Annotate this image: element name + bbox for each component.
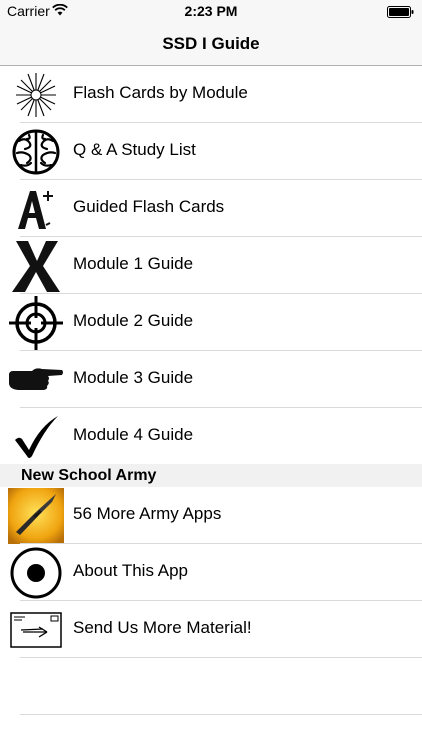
starburst-icon: [8, 68, 64, 121]
a-plus-icon: [8, 182, 64, 235]
x-mark-icon: [8, 239, 64, 292]
circle-dot-icon: [8, 546, 64, 599]
battery-icon: [387, 5, 414, 23]
menu-row-label: About This App: [73, 561, 188, 580]
menu-row-flash-cards-by-module[interactable]: Flash Cards by Module: [0, 66, 422, 123]
menu-row-label: Module 4 Guide: [73, 425, 194, 444]
section-title: New School Army: [21, 467, 157, 484]
section-header: New School Army: [0, 464, 422, 487]
row-divider: [20, 714, 422, 715]
menu-row-qa-study-list[interactable]: Q & A Study List: [0, 123, 422, 180]
checkmark-icon: [8, 410, 64, 463]
menu-row-label: Module 1 Guide: [73, 254, 194, 273]
menu-row-more-army-apps[interactable]: 56 More Army Apps: [0, 487, 422, 544]
brain-icon: [8, 125, 64, 178]
menu-row-send-material[interactable]: Send Us More Material!: [0, 601, 422, 658]
menu-row-module-3-guide[interactable]: Module 3 Guide: [0, 351, 422, 408]
page-title: SSD I Guide: [162, 34, 260, 53]
menu-row-label: Guided Flash Cards: [73, 197, 225, 216]
menu-row-label: Module 2 Guide: [73, 311, 194, 330]
knife-icon: [8, 487, 64, 544]
menu-row-guided-flash-cards[interactable]: Guided Flash Cards: [0, 180, 422, 237]
status-bar: Carrier 2:23 PM: [0, 0, 422, 22]
crosshair-icon: [8, 295, 64, 350]
menu-row-module-1-guide[interactable]: Module 1 Guide: [0, 237, 422, 294]
menu-row-label: Q & A Study List: [73, 140, 196, 159]
menu-row-label: Module 3 Guide: [73, 368, 194, 387]
menu-row-label: Flash Cards by Module: [73, 83, 248, 102]
menu-row-module-4-guide[interactable]: Module 4 Guide: [0, 408, 422, 465]
envelope-icon: [8, 603, 64, 656]
pointing-hand-icon: [8, 353, 64, 406]
menu-row-module-2-guide[interactable]: Module 2 Guide: [0, 294, 422, 351]
menu-row-label: Send Us More Material!: [73, 618, 252, 637]
clock: 2:23 PM: [184, 3, 238, 19]
navigation-bar: SSD I Guide: [0, 22, 422, 66]
menu-row-label: 56 More Army Apps: [73, 504, 222, 523]
row-divider: [20, 657, 422, 658]
menu-row-about-this-app[interactable]: About This App: [0, 544, 422, 601]
